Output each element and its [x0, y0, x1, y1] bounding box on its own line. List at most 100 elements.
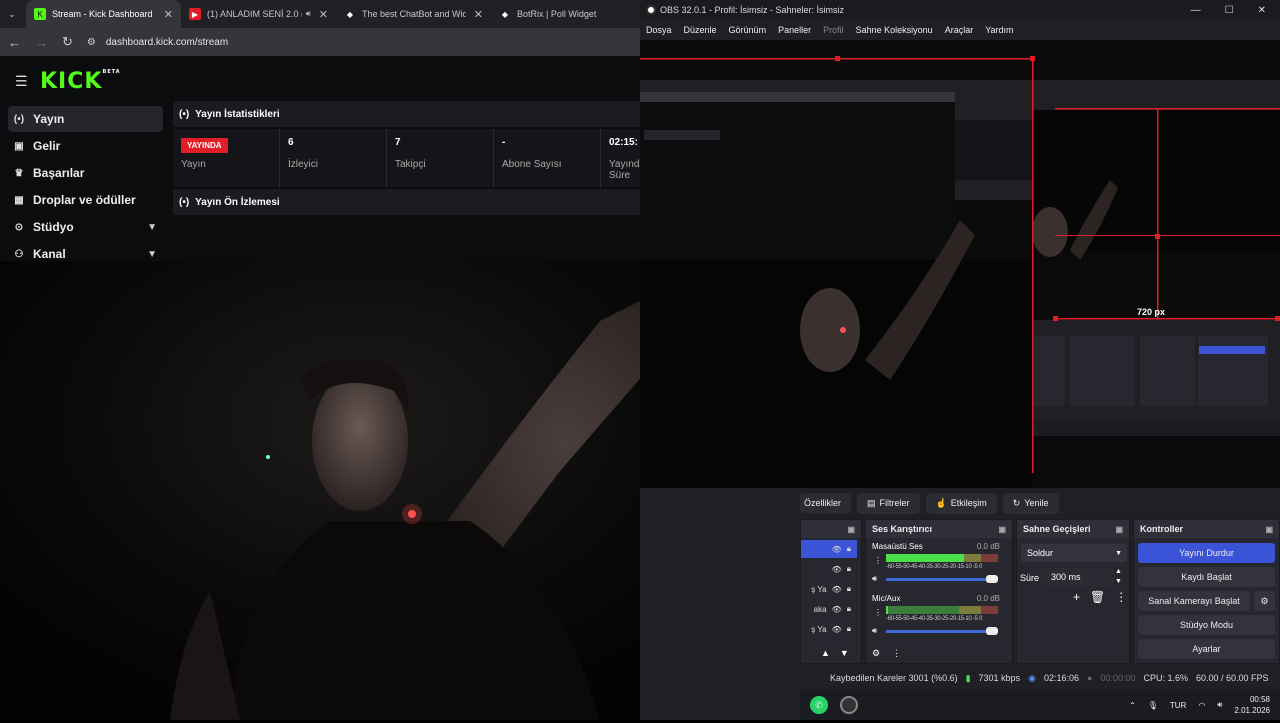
move-up-icon[interactable]: ▲	[821, 648, 830, 658]
tab-youtube[interactable]: ▶ (1) ANLADIM SENİ 2.0 (Altı 🔊︎ ✕	[181, 0, 336, 28]
source-item[interactable]: ş Ya 👁︎ 🔒︎	[801, 620, 857, 638]
nav-item-kanal[interactable]: ⚇ Kanal ▼	[8, 241, 163, 267]
close-icon[interactable]: ✕	[311, 8, 328, 21]
preview-title: Yayın Ön İzlemesi	[195, 196, 280, 208]
gear-icon[interactable]: ⚙︎	[872, 648, 880, 659]
lock-icon[interactable]: 🔒︎	[847, 624, 851, 634]
volume-slider[interactable]	[886, 627, 998, 635]
menu-dosya[interactable]: Dosya	[646, 25, 672, 35]
menu-dots-icon[interactable]: ⋮	[874, 556, 882, 565]
nav-item-droplar[interactable]: ▦ Droplar ve ödüller	[8, 187, 163, 213]
menu-paneller[interactable]: Paneller	[778, 25, 811, 35]
nav-item-studyo[interactable]: ⊙ Stüdyo ▼	[8, 214, 163, 240]
volume-slider[interactable]	[886, 575, 998, 583]
tab-kick-dashboard[interactable]: K Stream - Kick Dashboard ✕	[26, 0, 181, 28]
tab-botrix[interactable]: ◆ BotRix | Poll Widget	[491, 0, 640, 28]
menu-dots-icon[interactable]: ⋮	[892, 648, 901, 659]
obs-taskbar-icon[interactable]	[840, 696, 858, 714]
source-item[interactable]: aka 👁︎ 🔒︎	[801, 600, 857, 618]
microphone-icon[interactable]: 🎙︎	[1148, 701, 1158, 710]
language-indicator[interactable]: TUR	[1170, 701, 1186, 710]
eye-icon[interactable]: 👁︎	[832, 625, 842, 634]
mixer-channel-mic: Mic/Aux 0.0 dB ⋮ -60-55-50-45-40-35-30-2…	[870, 594, 1000, 636]
chevron-up-icon[interactable]: ⌃	[1129, 701, 1136, 710]
close-icon[interactable]: ✕	[466, 8, 483, 21]
lock-icon[interactable]: 🔒︎	[847, 564, 851, 574]
nav-item-gelir[interactable]: ▣ Gelir	[8, 133, 163, 159]
move-down-icon[interactable]: ▼	[840, 648, 849, 658]
filters-button[interactable]: ▤ Filtreler	[857, 492, 920, 514]
stat-value: 7	[395, 137, 401, 148]
slider-handle[interactable]	[986, 575, 998, 583]
refresh-button[interactable]: ↻ Yenile	[1002, 492, 1059, 514]
obs-preview[interactable]	[640, 40, 1280, 488]
stat-label: Yayın	[181, 159, 206, 170]
menu-yardim[interactable]: Yardım	[985, 25, 1013, 35]
address-bar[interactable]: dashboard.kick.com/stream	[106, 37, 228, 48]
source-item[interactable]: ş Ya 👁︎ 🔒︎	[801, 580, 857, 598]
whatsapp-icon[interactable]: ✆	[810, 696, 828, 714]
virtual-camera-settings-button[interactable]: ⚙︎	[1254, 591, 1275, 611]
transition-select[interactable]: Soldur ▼	[1021, 544, 1127, 562]
start-recording-button[interactable]: Kaydı Başlat	[1138, 567, 1275, 587]
start-virtual-camera-button[interactable]: Sanal Kamerayı Başlat	[1138, 591, 1250, 611]
reload-icon[interactable]: ↻	[62, 34, 73, 50]
interact-button[interactable]: ☝ Etkileşim	[925, 492, 997, 514]
money-icon: ▣	[14, 140, 24, 152]
menu-araclar[interactable]: Araçlar	[945, 25, 974, 35]
back-icon[interactable]: ←	[8, 35, 21, 50]
lock-icon[interactable]: 🔒︎	[847, 584, 851, 594]
broadcast-icon: (•)	[179, 108, 190, 120]
stat-label: İzleyici	[288, 159, 319, 170]
menu-profil[interactable]: Profil	[823, 25, 844, 35]
studio-mode-button[interactable]: Stüdyo Modu	[1138, 615, 1275, 635]
source-item[interactable]: 👁︎ 🔒︎	[801, 540, 857, 558]
dropped-frames: Kaybedilen Kareler 3001 (%0.6)	[830, 673, 958, 683]
volume-icon[interactable]: 🔊︎	[1217, 700, 1222, 710]
nav-item-yayin[interactable]: (•) Yayın	[8, 106, 163, 132]
stepper-arrows-icon[interactable]: ▲ ▼	[1115, 567, 1122, 587]
chevron-down-icon: ▼	[147, 221, 157, 233]
lock-icon[interactable]: 🔒︎	[847, 544, 851, 554]
nav-item-basarilar[interactable]: ♛ Başarılar	[8, 160, 163, 186]
clock[interactable]: 00:58 2.01.2026	[1234, 694, 1270, 716]
add-icon[interactable]: +	[1073, 590, 1080, 604]
kick-logo[interactable]: KICKBETA	[40, 69, 121, 94]
eye-icon[interactable]: 👁︎	[832, 585, 842, 594]
stat-duration: 02:15: Yayında Süre	[601, 129, 640, 187]
dock-float-icon[interactable]: ▣	[1265, 525, 1273, 534]
wifi-icon[interactable]: ◠	[1198, 701, 1205, 710]
properties-button[interactable]: Özellikler	[800, 493, 852, 513]
menu-dots-icon[interactable]: ⋮	[1115, 590, 1127, 604]
eye-icon[interactable]: 👁︎	[832, 565, 842, 574]
settings-button[interactable]: Ayarlar	[1138, 639, 1275, 659]
close-icon[interactable]: ✕	[156, 8, 173, 21]
dock-float-icon[interactable]: ▣	[847, 525, 855, 534]
maximize-icon[interactable]: ☐	[1225, 5, 1234, 16]
speaker-icon[interactable]: 🔊︎	[872, 626, 877, 636]
menu-icon[interactable]: ☰	[15, 73, 28, 90]
menu-dots-icon[interactable]: ⋮	[874, 608, 882, 617]
site-settings-icon[interactable]: ⚙︎	[87, 37, 96, 48]
dock-float-icon[interactable]: ▣	[1115, 525, 1123, 534]
duration-input[interactable]: 300 ms	[1041, 568, 1113, 586]
trash-icon[interactable]: 🗑︎	[1090, 590, 1105, 604]
menu-duzenle[interactable]: Düzenle	[684, 25, 717, 35]
slider-handle[interactable]	[986, 627, 998, 635]
speaker-icon[interactable]: 🔊︎	[872, 574, 877, 584]
tab-chatbot[interactable]: ◆ The best ChatBot and Widgets ✕	[336, 0, 491, 28]
studio-icon: ⊙	[14, 221, 24, 233]
menu-gorunum[interactable]: Görünüm	[729, 25, 767, 35]
lock-icon[interactable]: 🔒︎	[847, 604, 851, 614]
source-item[interactable]: 👁︎ 🔒︎	[801, 560, 857, 578]
close-icon[interactable]: ✕	[1258, 5, 1266, 16]
eye-icon[interactable]: 👁︎	[832, 605, 842, 614]
dock-title: Ses Karıştırıcı	[872, 524, 933, 534]
tab-search-button[interactable]: ⌄	[0, 0, 26, 28]
dock-float-icon[interactable]: ▣	[998, 525, 1006, 534]
menu-sahne-koleksiyonu[interactable]: Sahne Koleksiyonu	[856, 25, 933, 35]
stop-streaming-button[interactable]: Yayını Durdur	[1138, 543, 1275, 563]
minimize-icon[interactable]: —	[1191, 5, 1201, 16]
eye-icon[interactable]: 👁︎	[832, 545, 842, 554]
forward-icon[interactable]: →	[35, 35, 48, 50]
